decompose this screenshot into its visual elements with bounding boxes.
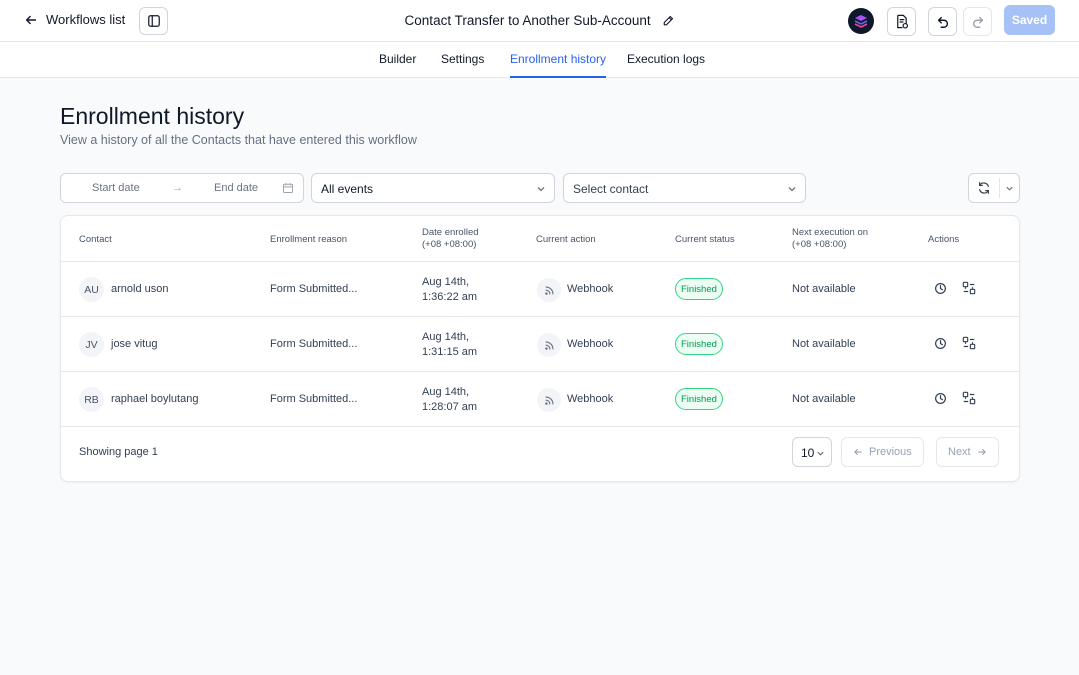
undo-icon — [937, 16, 948, 28]
avatar: AU — [79, 277, 104, 302]
contact-name[interactable]: arnold uson — [111, 283, 169, 295]
execution-details-icon[interactable] — [962, 281, 976, 295]
page-size-select[interactable]: 10 — [792, 437, 832, 467]
redo-button[interactable] — [963, 7, 992, 36]
date-range-picker[interactable]: Start date → End date — [60, 173, 304, 203]
clock-history-icon[interactable] — [934, 282, 947, 295]
contact-select[interactable]: Select contact — [563, 173, 806, 203]
date-enrolled-time: 1:31:15 am — [422, 346, 478, 358]
table-row: AU arnold uson Form Submitted... Aug 14t… — [61, 262, 1019, 317]
date-enrolled-day: Aug 14th, — [422, 276, 470, 288]
contact-name[interactable]: raphael boylutang — [111, 393, 198, 405]
redo-icon — [972, 16, 983, 28]
clock-history-icon[interactable] — [934, 337, 947, 350]
top-bar: Workflows list Contact Transfer to Anoth… — [0, 0, 1079, 42]
header-date-enrolled-label: Date enrolled — [422, 227, 479, 238]
calendar-icon — [283, 183, 293, 193]
webhook-rss-icon — [537, 278, 561, 302]
enrollment-table-card: Contact Enrollment reason Date enrolled … — [60, 215, 1020, 482]
date-enrolled-time: 1:36:22 am — [422, 291, 478, 303]
date-enrolled: Aug 14th, 1:31:15 am — [422, 330, 477, 360]
enrollment-reason: Form Submitted... — [270, 283, 358, 295]
date-enrolled: Aug 14th, 1:36:22 am — [422, 275, 477, 305]
header-actions: Actions — [928, 234, 960, 245]
header-date-enrolled-tz: (+08 +08:00) — [422, 239, 477, 250]
header-next-execution-tz: (+08 +08:00) — [792, 239, 847, 250]
contact-select-placeholder: Select contact — [573, 182, 649, 196]
chevron-down-icon[interactable] — [1005, 184, 1014, 193]
pagination-status: Showing page 1 — [79, 446, 158, 458]
next-label: Next — [948, 446, 971, 458]
chevron-down-icon — [817, 451, 824, 456]
enrollment-reason: Form Submitted... — [270, 338, 358, 350]
current-action: Webhook — [567, 338, 614, 350]
arrow-right-icon: → — [172, 182, 183, 194]
clock-history-icon[interactable] — [934, 392, 947, 405]
previous-label: Previous — [869, 446, 912, 458]
tab-enrollment-history[interactable]: Enrollment history — [510, 52, 607, 78]
events-select[interactable]: All events — [311, 173, 555, 203]
test-workflow-button[interactable] — [887, 7, 916, 36]
brand-logo-icon[interactable] — [848, 8, 874, 34]
header-date-enrolled: Date enrolled (+08 +08:00) — [422, 227, 479, 251]
next-page-button[interactable]: Next — [936, 437, 999, 467]
header-next-execution-label: Next execution on — [792, 227, 869, 238]
avatar: JV — [79, 332, 104, 357]
previous-page-button[interactable]: Previous — [841, 437, 924, 467]
current-action: Webhook — [567, 393, 614, 405]
workflow-title-text: Contact Transfer to Another Sub-Account — [404, 13, 651, 28]
date-enrolled: Aug 14th, 1:28:07 am — [422, 385, 477, 415]
next-execution: Not available — [792, 338, 856, 350]
end-date-input[interactable]: End date — [214, 182, 258, 194]
tab-settings[interactable]: Settings — [441, 52, 484, 78]
refresh-icon[interactable] — [977, 181, 991, 195]
next-execution: Not available — [792, 283, 856, 295]
workflow-title: Contact Transfer to Another Sub-Account — [0, 13, 1079, 28]
table-row: RB raphael boylutang Form Submitted... A… — [61, 372, 1019, 427]
header-current-status: Current status — [675, 234, 735, 245]
divider — [999, 178, 1000, 198]
tab-bar: Builder Settings Enrollment history Exec… — [0, 42, 1079, 78]
contact-name[interactable]: jose vitug — [111, 338, 157, 350]
date-enrolled-time: 1:28:07 am — [422, 401, 478, 413]
pencil-icon[interactable] — [662, 15, 674, 27]
undo-button[interactable] — [928, 7, 957, 36]
chevron-down-icon — [537, 187, 545, 192]
header-next-execution: Next execution on (+08 +08:00) — [792, 227, 868, 251]
enrollment-reason: Form Submitted... — [270, 393, 358, 405]
document-test-icon — [897, 14, 909, 29]
avatar: RB — [79, 387, 104, 412]
chevron-down-icon — [788, 187, 796, 192]
arrow-left-icon — [854, 448, 862, 456]
header-contact: Contact — [79, 234, 112, 245]
execution-details-icon[interactable] — [962, 391, 976, 405]
table-header: Contact Enrollment reason Date enrolled … — [61, 216, 1019, 262]
status-badge: Finished — [675, 388, 723, 410]
execution-details-icon[interactable] — [962, 336, 976, 350]
header-current-action: Current action — [536, 234, 596, 245]
start-date-input[interactable]: Start date — [92, 182, 140, 194]
date-enrolled-day: Aug 14th, — [422, 331, 470, 343]
header-enrollment-reason: Enrollment reason — [270, 234, 348, 245]
date-enrolled-day: Aug 14th, — [422, 386, 470, 398]
refresh-button-group — [968, 173, 1020, 203]
saved-button[interactable]: Saved — [1004, 5, 1055, 35]
tab-builder[interactable]: Builder — [379, 52, 416, 78]
events-select-value: All events — [321, 182, 374, 196]
status-badge: Finished — [675, 333, 723, 355]
page-title: Enrollment history — [60, 103, 245, 129]
arrow-right-icon — [977, 448, 986, 456]
webhook-rss-icon — [537, 333, 561, 357]
tab-execution-logs[interactable]: Execution logs — [627, 52, 705, 78]
table-row: JV jose vitug Form Submitted... Aug 14th… — [61, 317, 1019, 372]
next-execution: Not available — [792, 393, 856, 405]
status-badge: Finished — [675, 278, 723, 300]
page-subtitle: View a history of all the Contacts that … — [60, 133, 417, 147]
page-size-value: 10 — [801, 446, 815, 460]
webhook-rss-icon — [537, 388, 561, 412]
current-action: Webhook — [567, 283, 614, 295]
